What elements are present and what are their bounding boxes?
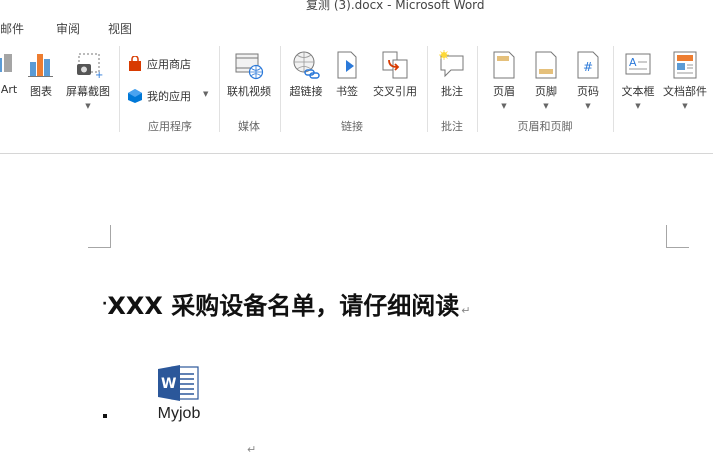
embedded-object-label: Myjob (157, 405, 201, 422)
app-store-label: 应用商店 (147, 58, 191, 71)
chevron-down-icon: ▼ (85, 102, 91, 110)
cross-reference-icon (382, 51, 408, 79)
ribbon-tabs: 邮件 审阅 视图 (0, 16, 713, 42)
ribbon: Art 图表 + 屏幕截图 ▼ 应用商店 我的应用 ▼ 应用程序 联机视频 媒体… (0, 42, 713, 137)
screenshot-icon: + (77, 53, 103, 80)
store-bag-icon (129, 56, 141, 71)
paragraph-mark: ↵ (461, 304, 471, 317)
document-heading[interactable]: ·XXX 采购设备名单，请仔细阅读 ↵ (102, 286, 470, 321)
svg-text:+: + (95, 70, 103, 80)
comment-icon (439, 50, 464, 78)
page-number-button[interactable]: # 页码 ▼ (568, 46, 608, 116)
group-separator (119, 46, 120, 132)
group-separator (613, 46, 614, 132)
my-apps-button[interactable]: 我的应用 ▼ (127, 86, 213, 106)
online-video-icon (235, 53, 264, 80)
smartart-label: Art (0, 83, 18, 96)
window-title: 复测 (3).docx - Microsoft Word (306, 0, 485, 12)
group-separator (280, 46, 281, 132)
bookmark-button[interactable]: 书签 (330, 46, 364, 116)
tab-review[interactable]: 审阅 (56, 20, 80, 37)
hyperlink-label: 超链接 (289, 85, 323, 98)
bookmark-label: 书签 (336, 85, 358, 98)
online-video-label: 联机视频 (227, 85, 271, 98)
group-separator (427, 46, 428, 132)
chevron-down-icon: ▼ (203, 90, 209, 98)
page-number-label: 页码 (577, 85, 599, 98)
chevron-down-icon: ▼ (635, 102, 641, 110)
group-label-media: 媒体 (238, 120, 260, 133)
group-label-comments: 批注 (441, 120, 463, 133)
cross-reference-button[interactable]: 交叉引用 (367, 46, 423, 116)
paragraph-mark: ↵ (247, 443, 257, 456)
header-button[interactable]: 页眉 ▼ (484, 46, 524, 116)
app-store-button[interactable]: 应用商店 (127, 54, 207, 74)
bullet-marker (103, 414, 107, 418)
group-label-links: 链接 (341, 120, 363, 133)
page-margin-corner (666, 225, 689, 248)
footer-button[interactable]: 页脚 ▼ (526, 46, 566, 116)
group-label-apps: 应用程序 (148, 120, 192, 133)
chart-icon (28, 54, 53, 77)
group-separator (477, 46, 478, 132)
chart-label: 图表 (30, 85, 52, 98)
hyperlink-button[interactable]: 超链接 (284, 46, 328, 116)
smartart-icon (0, 54, 12, 72)
chart-button[interactable]: 图表 (24, 46, 58, 116)
svg-text:A: A (629, 56, 637, 69)
bookmark-icon (337, 51, 357, 79)
svg-text:W: W (161, 376, 176, 392)
svg-text:#: # (583, 60, 593, 74)
tab-view[interactable]: 视图 (108, 20, 132, 37)
quick-parts-icon (673, 51, 697, 79)
my-apps-label: 我的应用 (147, 90, 191, 103)
group-separator (219, 46, 220, 132)
word-document-icon: W (158, 365, 199, 401)
footer-label: 页脚 (535, 85, 557, 98)
chevron-down-icon: ▼ (585, 102, 591, 110)
chevron-down-icon: ▼ (682, 102, 688, 110)
ruler-area (0, 136, 713, 154)
title-bar: 复测 (3).docx - Microsoft Word (0, 0, 713, 16)
group-label-header-footer: 页眉和页脚 (517, 120, 573, 133)
text-box-button[interactable]: A 文本框 ▼ (617, 46, 659, 116)
quick-parts-label: 文档部件 (663, 85, 707, 98)
heading-text: XXX 采购设备名单，请仔细阅读 (107, 292, 460, 320)
cross-reference-label: 交叉引用 (373, 85, 417, 98)
tab-mailings[interactable]: 邮件 (0, 20, 24, 37)
screenshot-button[interactable]: + 屏幕截图 ▼ (60, 46, 116, 116)
new-comment-button[interactable]: 批注 (432, 46, 472, 116)
quick-parts-button[interactable]: 文档部件 ▼ (659, 46, 711, 116)
online-video-button[interactable]: 联机视频 (222, 46, 276, 116)
hyperlink-globe-icon (293, 51, 320, 79)
apps-cube-icon (128, 89, 142, 103)
text-box-icon: A (625, 53, 651, 75)
footer-icon (535, 51, 557, 79)
page-margin-corner (88, 225, 111, 248)
header-label: 页眉 (493, 85, 515, 98)
page-number-icon: # (577, 51, 599, 79)
screenshot-label: 屏幕截图 (66, 85, 110, 98)
embedded-word-object[interactable]: W Myjob (148, 362, 210, 432)
text-box-label: 文本框 (621, 85, 655, 98)
new-comment-label: 批注 (441, 85, 463, 98)
smartart-button[interactable]: Art (0, 46, 22, 116)
chevron-down-icon: ▼ (543, 102, 549, 110)
chevron-down-icon: ▼ (501, 102, 507, 110)
header-icon (493, 51, 515, 79)
